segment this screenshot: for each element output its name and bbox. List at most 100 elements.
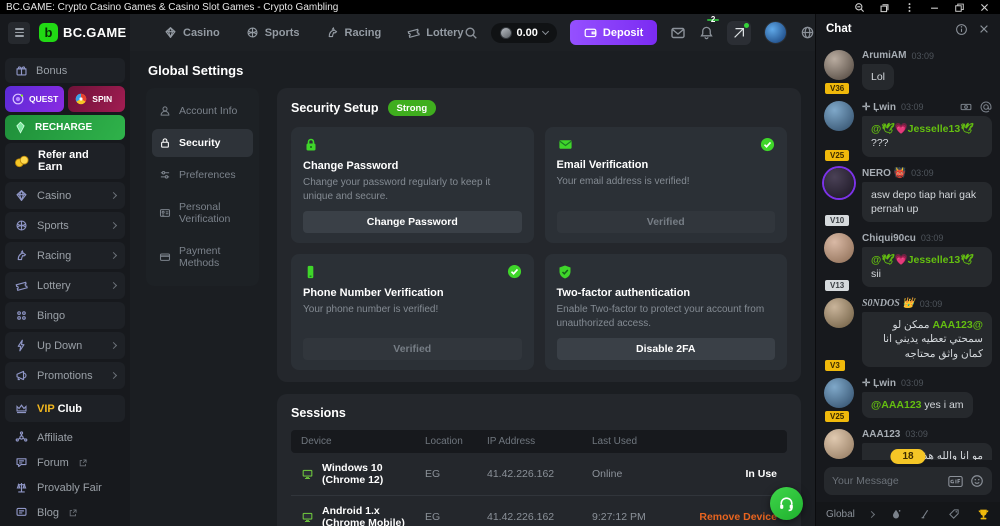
zoom-out-icon[interactable] [854, 2, 865, 13]
avatar[interactable] [824, 233, 854, 263]
avatar[interactable] [824, 50, 854, 80]
chat-message-input[interactable] [832, 475, 941, 487]
quest-button[interactable]: QUEST [5, 86, 64, 112]
chat-toggle-icon[interactable] [727, 21, 751, 45]
coin-tag-icon[interactable] [948, 508, 960, 520]
tab-payment-methods[interactable]: Payment Methods [152, 237, 253, 277]
vip-level-badge: V3 [824, 359, 846, 372]
close-window-icon[interactable] [979, 2, 990, 13]
username[interactable]: ✛ Ļwin [862, 378, 896, 389]
chat-close-icon[interactable] [978, 23, 990, 35]
message-time: 03:09 [901, 378, 924, 388]
horse-icon [326, 26, 339, 39]
change-password-button[interactable]: Change Password [303, 211, 522, 233]
spin-label: SPIN [92, 94, 112, 104]
sidebar-item-sports[interactable]: Sports [5, 212, 125, 239]
two-factor-button[interactable]: Disable 2FA [557, 338, 776, 360]
menu-kebab-icon[interactable] [904, 2, 915, 13]
avatar[interactable] [824, 101, 854, 131]
megaphone-icon [14, 369, 28, 382]
mention[interactable]: @🕊💗Jesselle13🕊 [871, 254, 974, 266]
sidebar-item-bingo[interactable]: Bingo [5, 302, 125, 329]
trophy-icon[interactable] [977, 508, 990, 521]
sidebar-item-vip-club[interactable]: VIP Club [5, 395, 125, 422]
sidebar-item-racing[interactable]: Racing [5, 242, 125, 269]
nav-item-lottery[interactable]: Lottery [407, 26, 463, 39]
restore-icon[interactable] [954, 2, 965, 13]
tab-security[interactable]: Security [152, 129, 253, 157]
sidebar-item-forum[interactable]: Forum [5, 450, 125, 475]
avatar[interactable] [824, 298, 854, 328]
user-avatar[interactable] [764, 21, 787, 44]
sidebar-item-blog[interactable]: Blog [5, 500, 125, 525]
brand-logo[interactable]: b BC.GAME [39, 23, 127, 42]
globe-icon[interactable] [800, 25, 815, 40]
external-icon [68, 508, 78, 518]
nav-item-racing[interactable]: Racing [326, 26, 382, 39]
mention[interactable]: @🕊💗Jesselle13🕊 [871, 123, 974, 135]
avatar[interactable] [824, 168, 854, 198]
username[interactable]: NERO 👹 [862, 168, 906, 179]
notifications-bell-icon[interactable]: 2 [699, 25, 714, 40]
mention[interactable]: @AAA123 [871, 399, 922, 411]
session-ip: 41.42.226.162 [487, 468, 592, 480]
rain-drop-icon[interactable] [890, 508, 902, 520]
blog-icon [14, 506, 28, 519]
sidebar-item-provably-fair[interactable]: Provably Fair [5, 475, 125, 500]
chat-info-icon[interactable] [955, 23, 968, 36]
new-messages-pill[interactable]: 18 [890, 449, 925, 464]
message-main: AAA12303:09مو انا والله هذا شاب اماراتي … [862, 429, 992, 460]
external-icon [78, 458, 88, 468]
balance-selector[interactable]: 0.00 [491, 23, 557, 43]
minimize-icon[interactable] [929, 2, 940, 13]
session-action[interactable]: Remove Device [682, 511, 777, 523]
sidebar-item-updown[interactable]: Up Down [5, 332, 125, 359]
emoji-icon[interactable] [970, 474, 984, 488]
tip-icon[interactable] [960, 101, 972, 113]
spin-button[interactable]: SPIN [68, 86, 125, 112]
gif-icon[interactable] [948, 475, 963, 488]
rules-pencil-icon[interactable] [919, 508, 931, 520]
chat-room-selector[interactable]: Global [826, 509, 874, 520]
sidebar-item-promotions[interactable]: Promotions [5, 362, 125, 389]
message-main: ✛ Ļwin03:09@🕊💗Jesselle13🕊 ??? [862, 101, 992, 156]
mail-icon[interactable] [670, 25, 686, 41]
site-header: b BC.GAME Casino Sports Racing Lottery 0.00… [0, 14, 815, 51]
deposit-button[interactable]: Deposit [570, 20, 657, 45]
sidebar-item-label: Provably Fair [37, 482, 102, 494]
lock-icon [159, 137, 171, 149]
search-icon[interactable] [464, 26, 478, 40]
sidebar-item-bonus[interactable]: Bonus [5, 58, 125, 83]
mail-green-icon [557, 137, 574, 152]
at-icon[interactable] [980, 101, 992, 113]
session-location: EG [425, 468, 487, 480]
sidebar-item-refer-and-earn[interactable]: Refer and Earn [5, 143, 125, 179]
recharge-button[interactable]: RECHARGE [5, 115, 125, 140]
mention[interactable]: @AAA123 [932, 319, 983, 331]
avatar-wrap: V10 [824, 168, 854, 222]
tab-account-info[interactable]: Account Info [152, 97, 253, 125]
sidebar-item-lottery[interactable]: Lottery [5, 272, 125, 299]
message-bubble: @AAA123 yes i am [862, 392, 973, 418]
nav-item-sports[interactable]: Sports [246, 26, 300, 39]
sidebar-item-casino[interactable]: Casino [5, 182, 125, 209]
tab-preferences[interactable]: Preferences [152, 161, 253, 189]
hamburger-menu-icon[interactable] [8, 22, 30, 44]
sidebar-item-affiliate[interactable]: Affiliate [5, 425, 125, 450]
card-icons-row [557, 264, 776, 280]
username[interactable]: Chiqui90cu [862, 233, 916, 244]
username[interactable]: ✛ Ļwin [862, 102, 896, 113]
username[interactable]: ArumiAM [862, 50, 906, 61]
avatar[interactable] [824, 378, 854, 408]
chat-input-wrap [824, 467, 992, 495]
tab-switcher-icon[interactable] [879, 2, 890, 13]
chat-message: V3S0NDOS 👑03:09@AAA123 ممكن لو سمحتي تعط… [824, 298, 992, 367]
username[interactable]: S0NDOS 👑 [862, 298, 915, 309]
nav-item-label: Sports [265, 27, 300, 39]
username[interactable]: AAA123 [862, 429, 900, 440]
bolt-icon [14, 339, 28, 352]
nav-item-casino[interactable]: Casino [164, 26, 220, 39]
tab-personal-verification[interactable]: Personal Verification [152, 193, 253, 233]
avatar[interactable] [824, 429, 854, 459]
support-button[interactable] [770, 487, 803, 520]
